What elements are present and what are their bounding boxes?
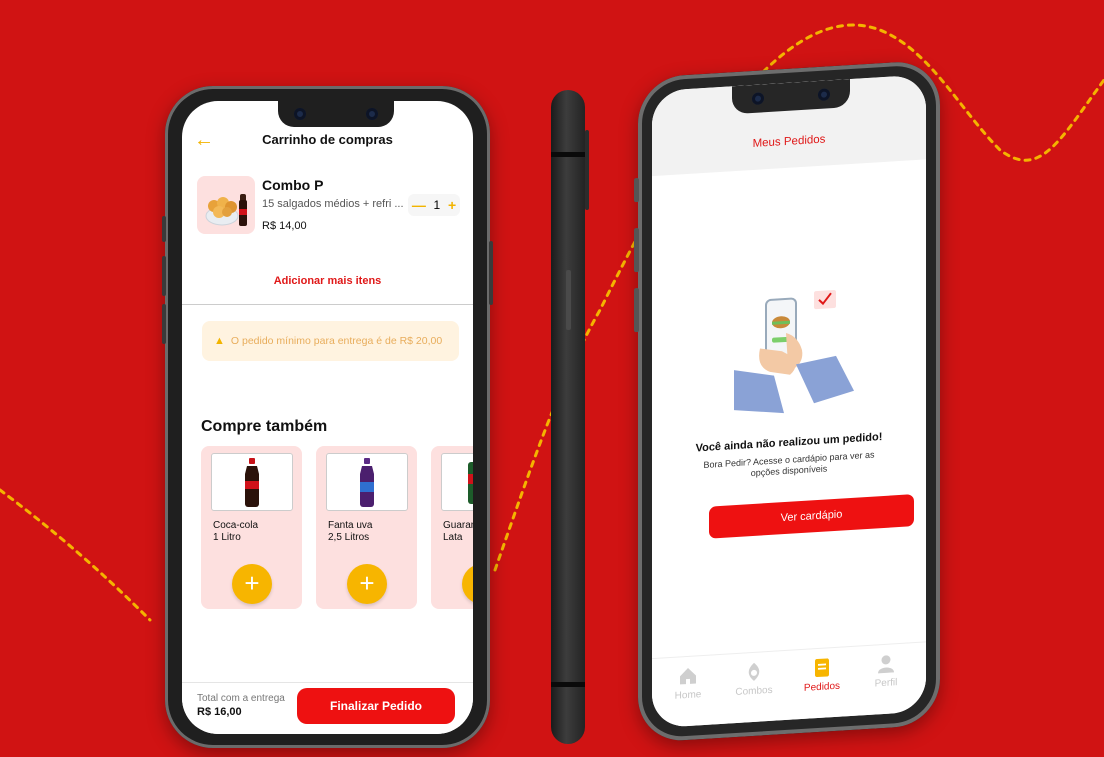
phone-button [634,177,639,203]
add-product-button[interactable]: + [462,564,473,604]
phone-hand-illustration [734,290,854,414]
empty-state-subtitle: Bora Pedir? Acesse o cardápio para ver a… [703,449,875,479]
home-icon [680,667,696,685]
tab-label: Pedidos [803,680,841,694]
phone-button [634,227,639,273]
cart-item-name: Combo P [262,177,324,193]
warning-icon: ▲ [214,335,225,347]
total-value: R$ 16,00 [197,706,242,718]
product-card[interactable]: Fanta uva 2,5 Litros + [316,446,417,609]
plus-button[interactable]: + [448,197,456,213]
tab-pedidos[interactable]: Pedidos [792,655,852,695]
view-menu-button[interactable]: Ver cardápio [709,494,914,539]
add-product-button[interactable]: + [232,564,272,604]
page-title: Carrinho de compras [262,132,393,147]
side-button [566,270,571,330]
combo-thumbnail [197,176,255,234]
orders-screen: Meus Pedidos Você ainda não realizou um … [652,74,926,729]
product-image-fanta [326,453,408,511]
tab-label: Combos [735,684,773,699]
min-order-warning: ▲ O pedido mínimo para entrega é de R$ 2… [202,321,459,361]
phone-side-view [551,90,589,744]
phone-button [162,216,166,242]
phone-orders: Meus Pedidos Você ainda não realizou um … [634,59,940,744]
quantity-stepper: — 1 + [408,194,460,216]
total-label: Total com a entrega [197,693,285,704]
tab-combos[interactable]: Combos [724,659,784,699]
phone-button [162,256,166,296]
page-title: Meus Pedidos [752,133,826,150]
cart-screen: ← Carrinho de compras Combo P 15 salgado… [182,101,473,734]
section-title: Compre também [201,418,328,435]
tab-perfil[interactable]: Perfil [856,651,916,691]
cart-footer: Total com a entrega R$ 16,00 Finalizar P… [182,682,473,734]
tab-label: Perfil [874,677,898,690]
product-name: Fanta uva 2,5 Litros [328,520,373,543]
product-image-coke [211,453,293,511]
camera-icon [818,88,830,101]
warning-text: O pedido mínimo para entrega é de R$ 20,… [230,335,443,347]
phone-button [634,287,639,333]
product-name: Coca-cola 1 Litro [213,520,259,543]
quantity-value: 1 [433,198,441,212]
camera-icon [294,108,306,120]
cart-item-description: 15 salgados médios + refri ... [262,198,404,210]
minus-button[interactable]: — [412,197,426,213]
profile-icon [878,655,894,674]
bottom-tab-bar: Home Combos Pedidos Perfil [652,641,926,729]
product-name: Guaraná Lata [443,520,473,543]
combos-icon [748,662,760,681]
divider [182,304,473,305]
camera-icon [752,92,764,106]
tab-home[interactable]: Home [658,663,718,703]
phone-cart: ← Carrinho de compras Combo P 15 salgado… [162,86,493,748]
phone-notch [278,101,394,127]
product-image-guarana [441,453,473,511]
product-card[interactable]: Guaraná Lata + [431,446,473,609]
orders-icon [815,658,829,678]
phone-button [162,304,166,344]
finalize-order-button[interactable]: Finalizar Pedido [297,688,455,724]
antenna-band [551,152,585,157]
add-product-button[interactable]: + [347,564,387,604]
cart-item-price: R$ 14,00 [262,220,307,232]
tab-label: Home [674,689,702,702]
antenna-band [551,682,585,687]
phone-button [489,241,493,305]
add-more-items-link[interactable]: Adicionar mais itens [182,275,473,287]
product-card[interactable]: Coca-cola 1 Litro + [201,446,302,609]
camera-icon [366,108,378,120]
side-button [585,130,589,210]
